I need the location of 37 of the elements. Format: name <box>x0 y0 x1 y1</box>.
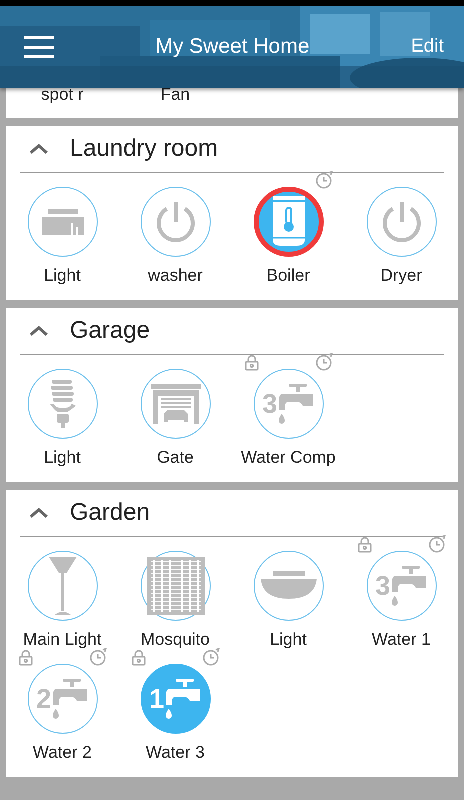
collapse-button[interactable] <box>28 142 50 156</box>
device-label: Light <box>44 447 81 469</box>
menu-button[interactable] <box>24 36 54 58</box>
tap-icon <box>52 677 89 721</box>
room-title: Garage <box>70 317 150 345</box>
grid-panel-icon <box>146 557 204 615</box>
garage-icon <box>150 384 200 424</box>
device-label: Mosquito <box>141 629 210 651</box>
device-label: Boiler <box>266 265 310 287</box>
device-label: Light <box>270 629 307 651</box>
device-button[interactable]: 3 <box>366 551 436 621</box>
device-label: Water 3 <box>146 742 205 764</box>
device-label: Light <box>44 265 81 287</box>
ceiling-lamp-icon <box>260 571 316 601</box>
tap-icon <box>278 382 315 426</box>
light-strip-icon <box>40 207 86 237</box>
edit-button[interactable]: Edit <box>411 36 444 58</box>
device-button[interactable]: 2 <box>28 664 98 734</box>
room-title: Garden <box>70 499 150 527</box>
collapse-button[interactable] <box>28 506 50 520</box>
app-title: My Sweet Home <box>156 35 310 59</box>
room-title: Laundry room <box>70 135 218 163</box>
device-label: washer <box>148 265 203 287</box>
collapse-button[interactable] <box>28 324 50 338</box>
device-button[interactable]: 3 <box>254 369 324 439</box>
floor-lamp-icon <box>48 557 76 615</box>
device-label: Gate <box>157 447 194 469</box>
device-label: spot r <box>41 84 84 106</box>
device-label: Dryer <box>380 265 422 287</box>
device-label: Water Comp <box>241 447 336 469</box>
tap-icon <box>392 564 428 608</box>
device-label: Fan <box>160 84 190 106</box>
device-label: Water 2 <box>33 742 92 764</box>
device-label: Water 1 <box>372 629 431 651</box>
device-button[interactable]: 1 <box>140 664 210 734</box>
tap-icon <box>166 677 202 721</box>
device-label: Main Light <box>23 629 102 651</box>
